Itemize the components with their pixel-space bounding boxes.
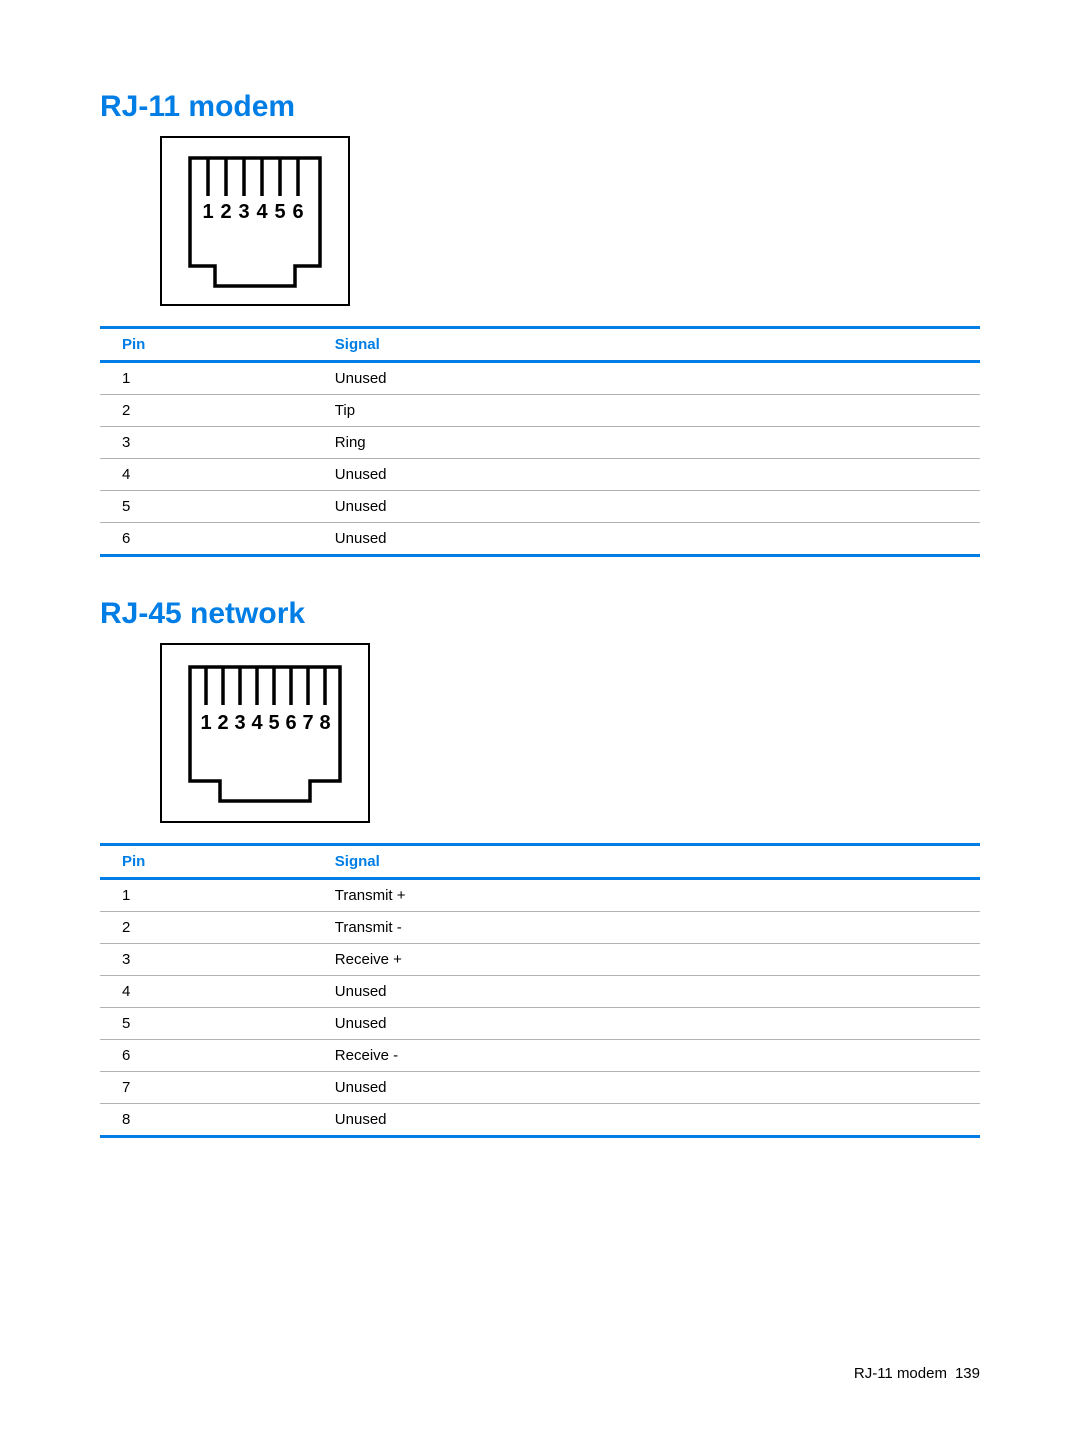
pin-label: 6 [285, 712, 296, 734]
cell-pin: 8 [100, 1104, 329, 1137]
table-header-row: Pin Signal [100, 845, 980, 879]
cell-pin: 5 [100, 1008, 329, 1040]
cell-pin: 2 [100, 395, 329, 427]
cell-pin: 7 [100, 1072, 329, 1104]
cell-pin: 1 [100, 362, 329, 395]
cell-pin: 3 [100, 944, 329, 976]
pin-label: 3 [238, 201, 249, 223]
col-header-pin: Pin [100, 328, 329, 362]
page-number: 139 [955, 1365, 980, 1382]
section-title-rj45: RJ-45 network [100, 597, 980, 631]
cell-signal: Unused [329, 491, 980, 523]
pin-label: 5 [274, 201, 285, 223]
cell-signal: Unused [329, 459, 980, 491]
col-header-signal: Signal [329, 845, 980, 879]
page-footer: RJ-11 modem 139 [854, 1365, 980, 1382]
cell-signal: Receive - [329, 1040, 980, 1072]
col-header-signal: Signal [329, 328, 980, 362]
table-row: 8Unused [100, 1104, 980, 1137]
pin-label: 7 [302, 712, 313, 734]
col-header-pin: Pin [100, 845, 329, 879]
cell-signal: Unused [329, 362, 980, 395]
cell-pin: 3 [100, 427, 329, 459]
section-title-rj11: RJ-11 modem [100, 90, 980, 124]
table-row: 1Transmit + [100, 879, 980, 912]
table-row: 1Unused [100, 362, 980, 395]
cell-pin: 1 [100, 879, 329, 912]
cell-pin: 6 [100, 1040, 329, 1072]
pin-label: 3 [234, 712, 245, 734]
cell-pin: 4 [100, 459, 329, 491]
table-row: 6Receive - [100, 1040, 980, 1072]
rj45-pinout-table: Pin Signal 1Transmit + 2Transmit - 3Rece… [100, 843, 980, 1138]
table-row: 2Tip [100, 395, 980, 427]
cell-signal: Tip [329, 395, 980, 427]
table-header-row: Pin Signal [100, 328, 980, 362]
pin-label: 8 [319, 712, 330, 734]
cell-signal: Unused [329, 1104, 980, 1137]
table-row: 4Unused [100, 976, 980, 1008]
table-row: 5Unused [100, 1008, 980, 1040]
rj45-connector-icon: 1 2 3 4 5 6 7 8 [160, 643, 980, 823]
cell-signal: Unused [329, 976, 980, 1008]
cell-pin: 5 [100, 491, 329, 523]
pin-label: 4 [256, 201, 268, 223]
rj11-connector-icon: 1 2 3 4 5 6 [160, 136, 980, 306]
table-row: 7Unused [100, 1072, 980, 1104]
cell-signal: Transmit - [329, 912, 980, 944]
rj11-pinout-table: Pin Signal 1Unused 2Tip 3Ring 4Unused 5U… [100, 326, 980, 557]
document-page: RJ-11 modem 1 2 3 4 5 6 [0, 0, 1080, 1437]
table-row: 5Unused [100, 491, 980, 523]
footer-text: RJ-11 modem [854, 1365, 947, 1382]
table-row: 6Unused [100, 523, 980, 556]
cell-signal: Ring [329, 427, 980, 459]
pin-label: 6 [292, 201, 303, 223]
cell-signal: Receive + [329, 944, 980, 976]
table-row: 3Receive + [100, 944, 980, 976]
cell-pin: 6 [100, 523, 329, 556]
pin-label: 2 [217, 712, 228, 734]
table-row: 4Unused [100, 459, 980, 491]
pin-label: 5 [268, 712, 279, 734]
cell-signal: Unused [329, 1008, 980, 1040]
table-row: 2Transmit - [100, 912, 980, 944]
cell-pin: 4 [100, 976, 329, 1008]
cell-signal: Unused [329, 523, 980, 556]
pin-label: 1 [202, 201, 213, 223]
table-row: 3Ring [100, 427, 980, 459]
pin-label: 4 [251, 712, 263, 734]
cell-signal: Unused [329, 1072, 980, 1104]
pin-label: 1 [200, 712, 211, 734]
pin-label: 2 [220, 201, 231, 223]
cell-signal: Transmit + [329, 879, 980, 912]
cell-pin: 2 [100, 912, 329, 944]
